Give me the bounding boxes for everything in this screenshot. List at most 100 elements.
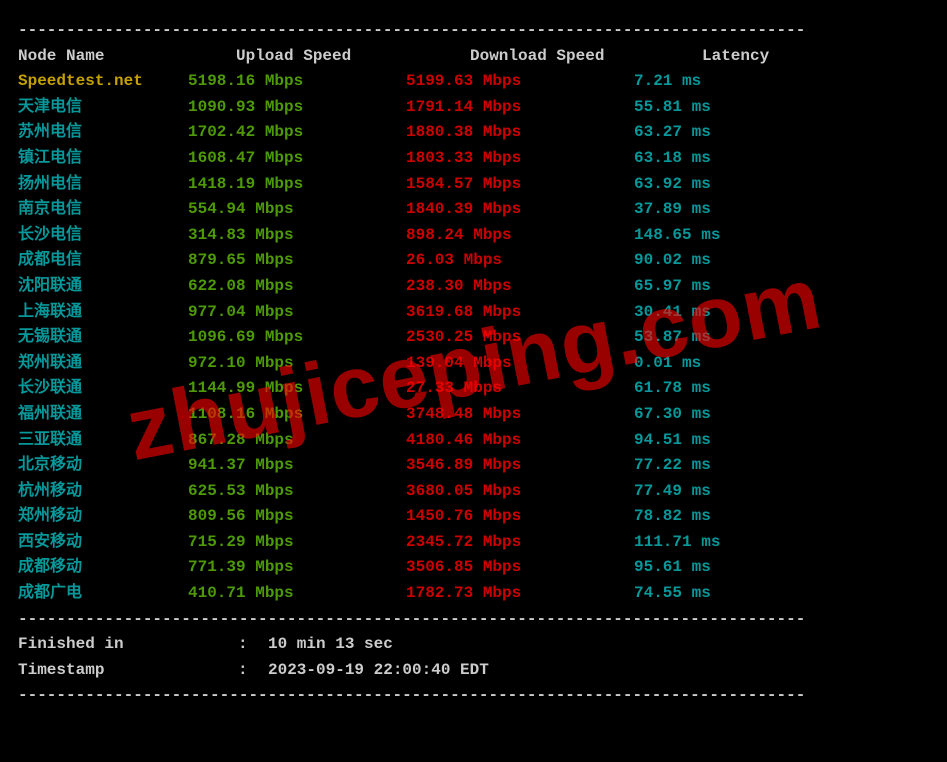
table-row: 成都电信879.65 Mbps26.03 Mbps90.02 ms [18, 248, 929, 274]
cell-latency: 63.18 ms [634, 146, 711, 172]
cell-latency: 74.55 ms [634, 581, 711, 607]
cell-upload: 1418.19 Mbps [188, 172, 406, 198]
cell-upload: 1608.47 Mbps [188, 146, 406, 172]
cell-node: 上海联通 [18, 300, 188, 326]
cell-download: 1782.73 Mbps [406, 581, 634, 607]
cell-download: 5199.63 Mbps [406, 69, 634, 95]
cell-latency: 111.71 ms [634, 530, 720, 556]
cell-upload: 1096.69 Mbps [188, 325, 406, 351]
table-row: 郑州联通972.10 Mbps139.04 Mbps0.01 ms [18, 351, 929, 377]
table-row-speedtest: Speedtest.net 5198.16 Mbps 5199.63 Mbps … [18, 69, 929, 95]
cell-download: 27.33 Mbps [406, 376, 634, 402]
cell-latency: 7.21 ms [634, 69, 701, 95]
footer-sep: : [238, 632, 268, 658]
cell-node: 长沙电信 [18, 223, 188, 249]
cell-node: 镇江电信 [18, 146, 188, 172]
footer-finished-row: Finished in : 10 min 13 sec [18, 632, 929, 658]
cell-latency: 61.78 ms [634, 376, 711, 402]
cell-download: 3748.48 Mbps [406, 402, 634, 428]
cell-latency: 78.82 ms [634, 504, 711, 530]
cell-download: 1880.38 Mbps [406, 120, 634, 146]
table-row: 郑州移动809.56 Mbps1450.76 Mbps78.82 ms [18, 504, 929, 530]
table-row: 长沙联通1144.99 Mbps27.33 Mbps61.78 ms [18, 376, 929, 402]
cell-latency: 90.02 ms [634, 248, 711, 274]
cell-latency: 148.65 ms [634, 223, 720, 249]
cell-node: 成都移动 [18, 555, 188, 581]
cell-upload: 554.94 Mbps [188, 197, 406, 223]
table-row: 长沙电信314.83 Mbps898.24 Mbps148.65 ms [18, 223, 929, 249]
table-row: 南京电信554.94 Mbps1840.39 Mbps37.89 ms [18, 197, 929, 223]
cell-latency: 94.51 ms [634, 428, 711, 454]
table-row: 成都移动771.39 Mbps3506.85 Mbps95.61 ms [18, 555, 929, 581]
table-row: 苏州电信1702.42 Mbps1880.38 Mbps63.27 ms [18, 120, 929, 146]
divider-top: ----------------------------------------… [18, 18, 929, 44]
cell-node: 北京移动 [18, 453, 188, 479]
cell-download: 2530.25 Mbps [406, 325, 634, 351]
cell-download: 238.30 Mbps [406, 274, 634, 300]
cell-latency: 0.01 ms [634, 351, 701, 377]
cell-download: 1840.39 Mbps [406, 197, 634, 223]
table-row: 三亚联通867.28 Mbps4180.46 Mbps94.51 ms [18, 428, 929, 454]
cell-upload: 771.39 Mbps [188, 555, 406, 581]
cell-download: 1450.76 Mbps [406, 504, 634, 530]
cell-download: 3546.89 Mbps [406, 453, 634, 479]
cell-download: 3680.05 Mbps [406, 479, 634, 505]
cell-latency: 63.27 ms [634, 120, 711, 146]
header-node: Node Name [18, 44, 188, 70]
cell-upload: 5198.16 Mbps [188, 69, 406, 95]
cell-upload: 977.04 Mbps [188, 300, 406, 326]
cell-upload: 715.29 Mbps [188, 530, 406, 556]
cell-upload: 1090.93 Mbps [188, 95, 406, 121]
cell-upload: 809.56 Mbps [188, 504, 406, 530]
cell-node: 三亚联通 [18, 428, 188, 454]
cell-latency: 30.41 ms [634, 300, 711, 326]
cell-upload: 879.65 Mbps [188, 248, 406, 274]
cell-latency: 63.92 ms [634, 172, 711, 198]
table-row: 镇江电信1608.47 Mbps1803.33 Mbps63.18 ms [18, 146, 929, 172]
cell-node: 西安移动 [18, 530, 188, 556]
cell-node: 成都电信 [18, 248, 188, 274]
header-upload: Upload Speed [188, 44, 406, 70]
footer-timestamp-row: Timestamp : 2023-09-19 22:00:40 EDT [18, 658, 929, 684]
cell-upload: 1108.16 Mbps [188, 402, 406, 428]
cell-latency: 95.61 ms [634, 555, 711, 581]
cell-download: 139.04 Mbps [406, 351, 634, 377]
cell-upload: 625.53 Mbps [188, 479, 406, 505]
table-row: 福州联通1108.16 Mbps3748.48 Mbps67.30 ms [18, 402, 929, 428]
cell-node: 无锡联通 [18, 325, 188, 351]
cell-upload: 941.37 Mbps [188, 453, 406, 479]
cell-upload: 1144.99 Mbps [188, 376, 406, 402]
cell-node: 成都广电 [18, 581, 188, 607]
cell-node: 扬州电信 [18, 172, 188, 198]
table-header-row: Node Name Upload Speed Download Speed La… [18, 44, 929, 70]
cell-node: 杭州移动 [18, 479, 188, 505]
table-row: 上海联通977.04 Mbps3619.68 Mbps30.41 ms [18, 300, 929, 326]
divider-middle: ----------------------------------------… [18, 607, 929, 633]
footer-finished-label: Finished in [18, 632, 238, 658]
table-row: 无锡联通1096.69 Mbps2530.25 Mbps53.87 ms [18, 325, 929, 351]
cell-download: 1803.33 Mbps [406, 146, 634, 172]
cell-download: 898.24 Mbps [406, 223, 634, 249]
footer-sep: : [238, 658, 268, 684]
cell-latency: 53.87 ms [634, 325, 711, 351]
table-row: 西安移动715.29 Mbps2345.72 Mbps111.71 ms [18, 530, 929, 556]
table-row: 扬州电信1418.19 Mbps1584.57 Mbps63.92 ms [18, 172, 929, 198]
footer-timestamp-value: 2023-09-19 22:00:40 EDT [268, 658, 489, 684]
table-row: 北京移动941.37 Mbps3546.89 Mbps77.22 ms [18, 453, 929, 479]
cell-upload: 410.71 Mbps [188, 581, 406, 607]
cell-download: 1584.57 Mbps [406, 172, 634, 198]
cell-download: 4180.46 Mbps [406, 428, 634, 454]
cell-latency: 37.89 ms [634, 197, 711, 223]
cell-upload: 867.28 Mbps [188, 428, 406, 454]
cell-latency: 55.81 ms [634, 95, 711, 121]
cell-latency: 67.30 ms [634, 402, 711, 428]
cell-upload: 314.83 Mbps [188, 223, 406, 249]
footer-finished-value: 10 min 13 sec [268, 632, 393, 658]
table-row: 沈阳联通622.08 Mbps238.30 Mbps65.97 ms [18, 274, 929, 300]
cell-node: Speedtest.net [18, 69, 188, 95]
cell-download: 3506.85 Mbps [406, 555, 634, 581]
table-row: 成都广电410.71 Mbps1782.73 Mbps74.55 ms [18, 581, 929, 607]
cell-upload: 1702.42 Mbps [188, 120, 406, 146]
cell-latency: 65.97 ms [634, 274, 711, 300]
cell-node: 郑州联通 [18, 351, 188, 377]
